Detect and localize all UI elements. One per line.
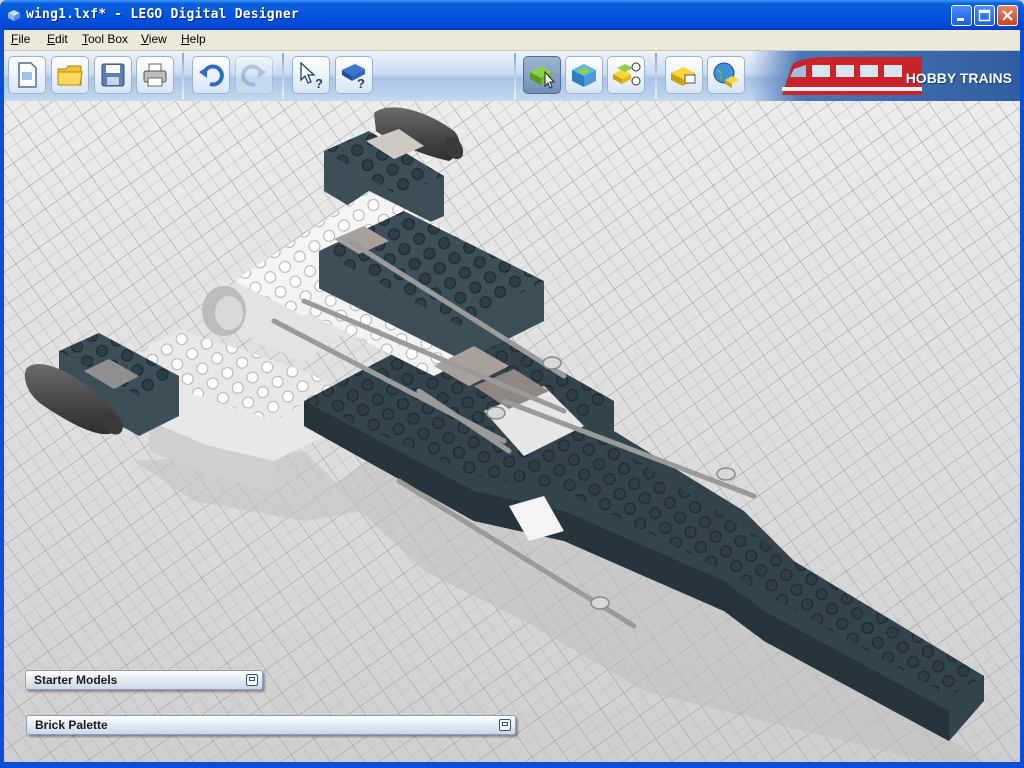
redo-button[interactable] [235,56,273,94]
undo-button[interactable] [192,56,230,94]
new-file-button[interactable] [8,56,46,94]
build-mode-button[interactable] [523,56,561,94]
model-viewport[interactable]: Starter Models Brick Palette [4,101,1020,762]
guide-help-button[interactable]: ? [335,56,373,94]
main-toolbar: ? ? HOBBY TRAINS [0,51,1024,102]
starter-models-title: Starter Models [34,673,118,687]
share-brick-icon [671,67,696,86]
brand-banner[interactable]: HOBBY TRAINS [750,51,1024,101]
view-mode-button[interactable] [565,56,603,94]
redo-icon [241,64,266,87]
guide-help-icon: ? [342,64,365,90]
brick-palette-panel[interactable]: Brick Palette [26,715,516,735]
menu-file[interactable]: File [9,32,32,46]
brick-palette-expand-icon[interactable] [499,719,511,731]
round-connector-piece[interactable] [202,286,246,336]
brand-banner-label: HOBBY TRAINS [905,70,1012,86]
menu-view[interactable]: View [139,32,169,46]
open-folder-icon [57,65,83,86]
brick-palette-title: Brick Palette [35,718,108,732]
toolbar-separator [282,53,284,99]
pointer-help-button[interactable]: ? [292,56,330,94]
building-guide-mode-button[interactable] [607,56,645,94]
toolbar-separator [182,53,184,99]
view-mode-icon [572,64,596,87]
svg-text:?: ? [357,76,365,90]
building-guide-mode-icon [613,62,641,86]
online-globe-icon [713,62,739,88]
menu-bar: File Edit Tool Box View Help [0,30,1024,51]
menu-edit[interactable]: Edit [45,32,70,46]
close-button[interactable] [997,5,1018,26]
pointer-help-icon: ? [300,61,323,90]
toolbar-separator [514,53,516,99]
menu-toolbox[interactable]: Tool Box [80,32,130,46]
maximize-button[interactable] [974,5,995,26]
lego-app-icon [6,7,22,23]
open-button[interactable] [51,56,89,94]
window-frame-left [0,30,4,768]
window-title: wing1.lxf* - LEGO Digital Designer [26,7,299,22]
save-disk-icon [101,63,125,87]
window-frame-right [1020,30,1024,768]
starter-models-panel[interactable]: Starter Models [25,670,263,690]
print-button[interactable] [136,56,174,94]
print-icon [143,63,167,87]
toolbar-separator [655,53,657,99]
build-mode-icon [530,66,556,89]
menu-help[interactable]: Help [179,32,208,46]
save-button[interactable] [94,56,132,94]
undo-icon [199,64,224,87]
svg-text:?: ? [315,76,323,90]
starter-models-expand-icon[interactable] [246,674,258,686]
minimize-button[interactable] [951,5,972,26]
share-brick-button[interactable] [665,56,703,94]
title-bar: wing1.lxf* - LEGO Digital Designer [0,0,1024,30]
online-globe-button[interactable] [707,56,745,94]
new-file-icon [18,62,37,88]
window-frame-bottom [0,762,1024,768]
